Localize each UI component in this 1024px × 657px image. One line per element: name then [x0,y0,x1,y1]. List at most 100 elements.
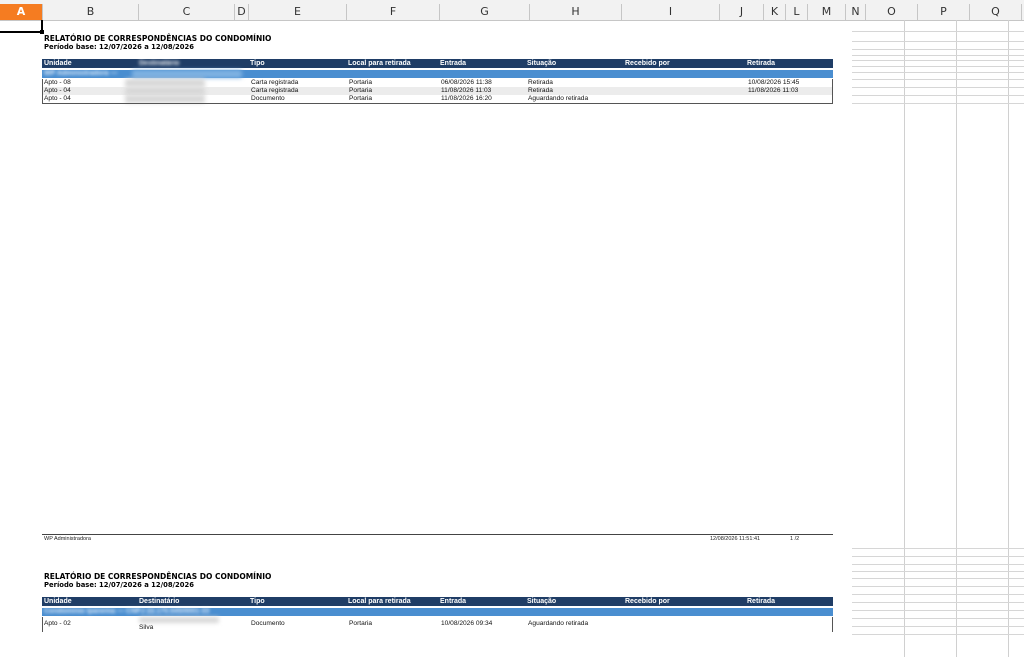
cell-local: Portaria [349,79,373,86]
grid-line [852,49,1024,50]
grid-line [852,564,1024,565]
group-header: WP Administradora — [42,70,833,78]
grid-line [852,60,1024,61]
grid-line [852,571,1024,572]
cell-local: Portaria [349,87,373,94]
cell-local: Portaria [349,620,373,627]
cell-entrada: 11/08/2026 11:03 [441,87,492,94]
grid-line [852,31,1024,32]
column-header-q[interactable]: Q [970,4,1022,20]
cell-retirada: 11/08/2026 11:03 [748,87,799,94]
column-header-o[interactable]: O [866,4,918,20]
header-tipo: Tipo [250,60,265,67]
header-tipo: Tipo [250,598,265,605]
column-header-p[interactable]: P [918,4,970,20]
cell-entrada: 10/08/2026 09:34 [441,620,493,627]
column-header-i[interactable]: I [622,4,720,20]
table-bottom-border [42,103,833,104]
footer-company: WP Administradora [44,536,91,542]
group-label: WP Administradora — [44,70,118,77]
table-row: Apto - 02 Silva Documento Portaria 10/08… [42,617,833,632]
grid-line [852,66,1024,67]
table-header: Unidade Destinatário Tipo Local para ret… [42,597,833,606]
header-unidade: Unidade [44,60,72,67]
header-entrada: Entrada [440,598,467,605]
cell-local: Portaria [349,95,373,102]
header-local: Local para retirada [348,60,411,67]
cell-unidade: Apto - 04 [44,95,71,102]
cell-destinatario-line2: Silva [139,624,154,631]
grid-line [852,618,1024,619]
column-header-k[interactable]: K [764,4,786,20]
grid-line [852,95,1024,96]
page-footer-rule [42,534,833,535]
header-recebido: Recebido por [625,60,670,67]
report-title: RELATÓRIO DE CORRESPONDÊNCIAS DO CONDOMÍ… [44,34,272,43]
header-retirada: Retirada [747,60,776,67]
grid-line [852,55,1024,56]
table-header: Unidade Destinatário Tipo Local para ret… [42,59,833,68]
cell-situacao: Aguardando retirada [528,95,589,102]
cell-tipo: Documento [251,95,285,102]
grid-line [852,87,1024,88]
grid-line [852,602,1024,603]
column-header-b[interactable]: B [43,4,139,20]
cell-unidade: Apto - 04 [44,87,71,94]
column-header-c[interactable]: C [139,4,235,20]
report-period: Período base: 12/07/2026 a 12/08/2026 [44,581,194,589]
redacted-block [132,70,242,78]
grid-line [956,20,957,657]
cell-unidade: Apto - 02 [44,620,71,627]
header-retirada: Retirada [747,598,776,605]
redacted-destinatario [125,79,205,87]
cell-unidade: Apto - 08 [44,79,71,86]
grid-line [852,41,1024,42]
redacted-destinatario [125,87,205,95]
grid-line [904,20,905,657]
column-header-n[interactable]: N [846,4,866,20]
column-header-g[interactable]: G [440,4,530,20]
column-header-j[interactable]: J [720,4,764,20]
header-destinatario: Destinatário [139,598,180,605]
active-cell-cursor[interactable] [0,20,44,34]
header-unidade: Unidade [44,598,72,605]
report-title: RELATÓRIO DE CORRESPONDÊNCIAS DO CONDOMÍ… [44,572,272,581]
grid-line [852,556,1024,557]
grid-line [852,594,1024,595]
report-period: Período base: 12/07/2026 a 12/08/2026 [44,43,194,51]
column-header-h[interactable]: H [530,4,622,20]
cell-retirada: 10/08/2026 15:45 [748,79,800,86]
grid-line [852,103,1024,104]
grid-line [1008,20,1009,657]
column-header-m[interactable]: M [808,4,846,20]
column-header-d[interactable]: D [235,4,249,20]
footer-timestamp: 12/08/2026 11:51:41 [710,536,761,542]
column-header-e[interactable]: E [249,4,347,20]
column-header-a[interactable]: A [0,4,43,20]
table-row: Apto - 08 Carta registrada Portaria 06/0… [42,79,833,87]
header-entrada: Entrada [440,60,467,67]
cell-tipo: Carta registrada [251,79,299,86]
redacted-destinatario [139,617,219,623]
header-situacao: Situação [527,60,557,67]
column-header-f[interactable]: F [347,4,440,20]
grid-line [852,548,1024,549]
header-situacao: Situação [527,598,557,605]
cell-tipo: Carta registrada [251,87,299,94]
redacted-destinatario [125,95,205,103]
group-header: Condomínio Ipanema — CNPJ 22.170.545/000… [42,608,833,616]
cell-situacao: Aguardando retirada [528,620,589,627]
cell-situacao: Retirada [528,87,553,94]
header-recebido: Recebido por [625,598,670,605]
cell-situacao: Retirada [528,79,553,86]
grid-line [852,610,1024,611]
footer-page-number: 1 /2 [790,536,800,542]
column-header-l[interactable]: L [786,4,808,20]
header-destinatario: Destinatário [139,60,180,67]
header-local: Local para retirada [348,598,411,605]
table-row: Apto - 04 Documento Portaria 11/08/2026 … [42,95,833,103]
cell-entrada: 06/08/2026 11:38 [441,79,492,86]
cell-entrada: 11/08/2026 16:20 [441,95,492,102]
grid-line [852,72,1024,73]
grid-line [852,586,1024,587]
